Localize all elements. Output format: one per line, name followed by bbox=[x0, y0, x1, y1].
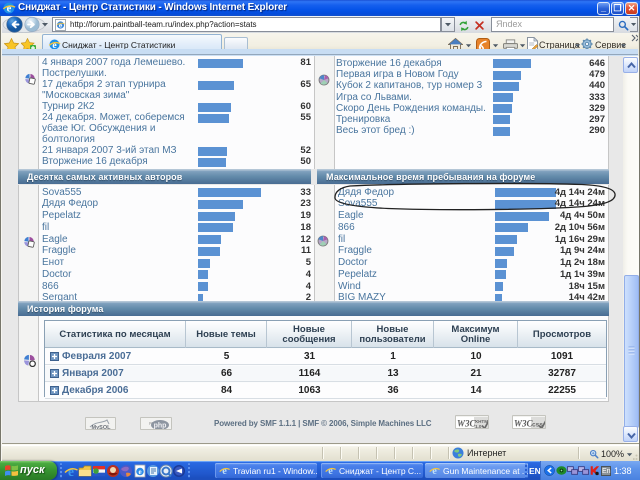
svg-text:1.0: 1.0 bbox=[475, 424, 482, 429]
svg-text:e: e bbox=[328, 466, 333, 476]
svg-text:php: php bbox=[154, 423, 167, 430]
svg-text:e: e bbox=[432, 466, 437, 476]
svg-text:e: e bbox=[68, 464, 74, 478]
svg-text:MySQL: MySQL bbox=[92, 425, 112, 430]
svg-text:W3C: W3C bbox=[514, 419, 534, 429]
svg-text:e: e bbox=[222, 466, 227, 476]
svg-text:W3C: W3C bbox=[457, 419, 477, 429]
svg-text:e: e bbox=[138, 468, 141, 476]
